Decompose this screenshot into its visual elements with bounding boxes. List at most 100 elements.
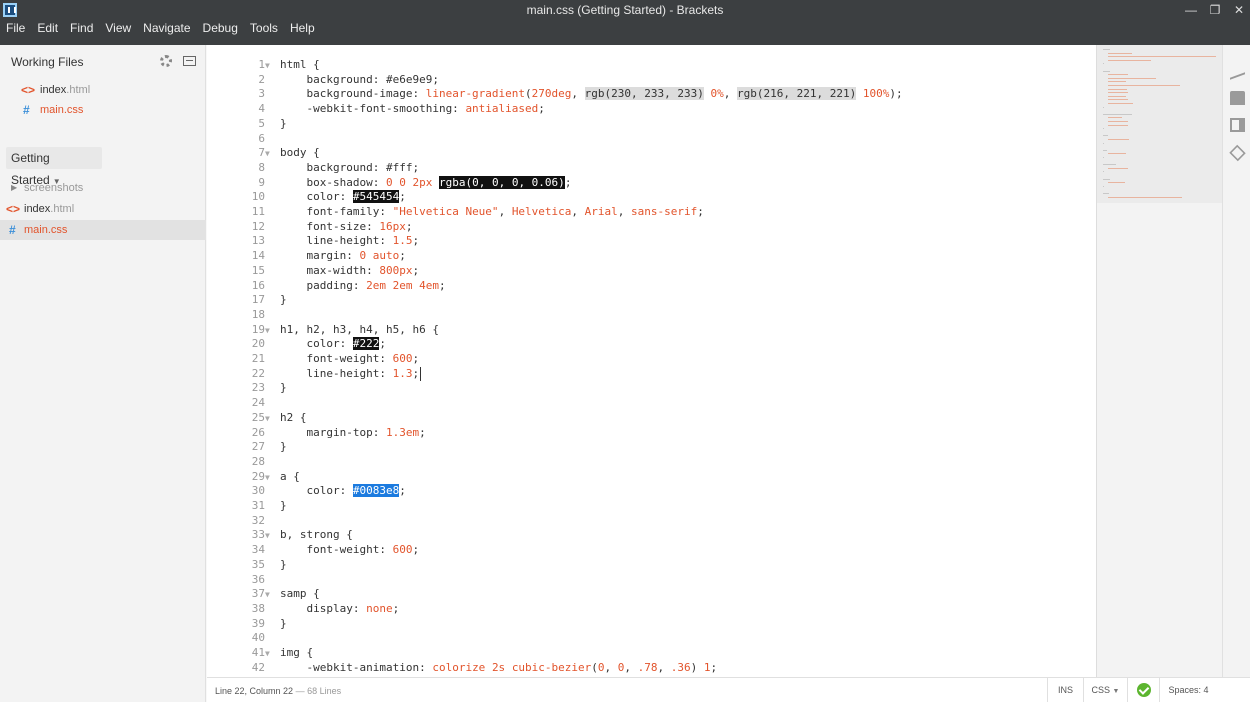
code-line[interactable]: 23} — [207, 381, 1096, 396]
code-line[interactable]: 40 — [207, 631, 1096, 646]
code-text: font-size: 16px; — [280, 219, 413, 233]
code-line[interactable]: 19 ▼ h1, h2, h3, h4, h5, h6 { — [207, 323, 1096, 338]
code-line[interactable]: 31} — [207, 499, 1096, 514]
working-file-index-html[interactable]: <> index.html — [0, 80, 206, 100]
line-count: — 68 Lines — [295, 686, 342, 696]
indent-settings[interactable]: Spaces: 4 — [1159, 678, 1217, 702]
code-line[interactable]: 42 -webkit-animation: colorize 2s cubic-… — [207, 661, 1096, 676]
code-line[interactable]: 3 background-image: linear-gradient(270d… — [207, 87, 1096, 102]
menu-navigate[interactable]: Navigate — [137, 20, 196, 38]
code-line[interactable]: 29 ▼ a { — [207, 470, 1096, 485]
split-view-icon[interactable] — [183, 56, 196, 66]
code-text: line-height: 1.3; — [280, 366, 420, 380]
code-line[interactable]: 5} — [207, 117, 1096, 132]
fold-caret-icon[interactable]: ▼ — [265, 471, 270, 485]
code-line[interactable]: 12 font-size: 16px; — [207, 220, 1096, 235]
code-line[interactable]: 26 margin-top: 1.3em; — [207, 426, 1096, 441]
fold-caret-icon[interactable]: ▼ — [265, 647, 270, 661]
fold-caret-icon[interactable]: ▼ — [265, 324, 270, 338]
working-file-main-css[interactable]: # main.css — [0, 100, 206, 120]
code-line[interactable]: 28 — [207, 455, 1096, 470]
code-line[interactable]: 32 — [207, 514, 1096, 529]
layers-icon[interactable] — [1229, 144, 1246, 162]
minimap-line — [1103, 70, 1111, 72]
insert-mode-toggle[interactable]: INS — [1047, 678, 1083, 702]
code-line[interactable]: 27} — [207, 440, 1096, 455]
code-line[interactable]: 14 margin: 0 auto; — [207, 249, 1096, 264]
minimap-line — [1107, 56, 1216, 58]
project-dropdown[interactable]: Getting Started ▼ — [6, 147, 102, 187]
code-line[interactable]: 17} — [207, 293, 1096, 308]
code-text: background-image: linear-gradient(270deg… — [280, 87, 903, 101]
restore-button[interactable]: ❐ — [1205, 2, 1225, 18]
code-line[interactable]: 37 ▼ samp { — [207, 587, 1096, 602]
code-line[interactable]: 22 line-height: 1.3; — [207, 367, 1096, 382]
code-line[interactable]: 4 -webkit-font-smoothing: antialiased; — [207, 102, 1096, 117]
tree-file-index-html[interactable]: <> index.html — [0, 199, 206, 219]
code-line[interactable]: 41 ▼ img { — [207, 646, 1096, 661]
code-line[interactable]: 10 color: #545454; — [207, 190, 1096, 205]
code-text: img { — [280, 646, 314, 659]
code-text: h1, h2, h3, h4, h5, h6 { — [280, 322, 439, 336]
code-line[interactable]: 2 background: #e6e9e9; — [207, 73, 1096, 88]
code-line[interactable]: 25 ▼ h2 { — [207, 411, 1096, 426]
code-line[interactable]: 30 color: #0083e8; — [207, 484, 1096, 499]
book-icon[interactable] — [1230, 118, 1245, 132]
code-line[interactable]: 9 box-shadow: 0 0 2px rgba(0, 0, 0, 0.06… — [207, 175, 1096, 191]
live-preview-icon[interactable] — [1230, 60, 1245, 80]
code-line[interactable]: 13 line-height: 1.5; — [207, 234, 1096, 249]
code-editor[interactable]: 1 ▼ html {2 background: #e6e9e9; 3 backgrou… — [207, 45, 1096, 677]
code-line[interactable]: 35} — [207, 558, 1096, 573]
fold-caret-icon[interactable]: ▼ — [265, 59, 270, 73]
code-text: font-weight: 600; — [280, 352, 420, 365]
code-line[interactable]: 1 ▼ html { — [207, 58, 1096, 73]
code-line[interactable]: 7 ▼ body { — [207, 146, 1096, 161]
code-line[interactable]: 15 max-width: 800px; — [207, 264, 1096, 279]
code-text: line-height: 1.5; — [280, 234, 420, 248]
menu-find[interactable]: Find — [64, 20, 99, 38]
code-line[interactable]: 16 padding: 2em 2em 4em; — [207, 279, 1096, 294]
code-line[interactable]: 24 — [207, 396, 1096, 411]
menu-debug[interactable]: Debug — [197, 20, 244, 38]
code-line[interactable]: 20 color: #222; — [207, 337, 1096, 352]
close-button[interactable]: ✕ — [1229, 2, 1249, 18]
menu-view[interactable]: View — [99, 20, 137, 38]
code-line[interactable]: 21 font-weight: 600; — [207, 352, 1096, 367]
minimap-line — [1103, 164, 1117, 166]
code-line[interactable]: 18 — [207, 308, 1096, 323]
minimap-line — [1107, 117, 1123, 119]
code-line[interactable]: 34 font-weight: 600; — [207, 543, 1096, 558]
fold-caret-icon[interactable]: ▼ — [265, 147, 270, 161]
minimap-line — [1107, 99, 1129, 101]
menu-help[interactable]: Help — [284, 20, 321, 38]
file-name: main.css — [24, 224, 68, 236]
fold-caret-icon[interactable]: ▼ — [265, 529, 270, 543]
code-text: margin-top: 1.3em; — [280, 425, 426, 439]
minimap-line — [1107, 52, 1132, 54]
code-line[interactable]: 11 font-family: "Helvetica Neue", Helvet… — [207, 205, 1096, 220]
minimap[interactable] — [1096, 45, 1223, 677]
language-select[interactable]: CSS ▼ — [1083, 678, 1127, 702]
code-line[interactable]: 33 ▼ b, strong { — [207, 528, 1096, 543]
fold-caret-icon[interactable]: ▼ — [265, 588, 270, 602]
minimize-button[interactable]: — — [1181, 2, 1201, 18]
tree-folder-screenshots[interactable]: ▶ screenshots — [0, 178, 206, 198]
code-line[interactable]: 36 — [207, 573, 1096, 588]
menu-tools[interactable]: Tools — [244, 20, 284, 38]
code-line[interactable]: 39} — [207, 617, 1096, 632]
code-line[interactable]: 6 — [207, 132, 1096, 147]
fold-caret-icon[interactable]: ▼ — [265, 412, 270, 426]
menu-file[interactable]: File — [0, 20, 31, 38]
minimap-line — [1107, 124, 1129, 126]
gear-icon[interactable] — [160, 55, 172, 67]
extension-manager-icon[interactable] — [1230, 91, 1245, 105]
line-number: 42 — [251, 660, 265, 674]
cursor-text: Line 22, Column 22 — [215, 686, 294, 696]
menu-edit[interactable]: Edit — [31, 20, 64, 38]
code-line[interactable]: 8 background: #fff; — [207, 161, 1096, 176]
folder-name: screenshots — [24, 182, 84, 194]
tree-file-main-css[interactable]: # main.css — [0, 220, 206, 240]
code-line[interactable]: 38 display: none; — [207, 602, 1096, 617]
minimap-line — [1103, 135, 1108, 137]
linter-status[interactable] — [1127, 678, 1159, 702]
